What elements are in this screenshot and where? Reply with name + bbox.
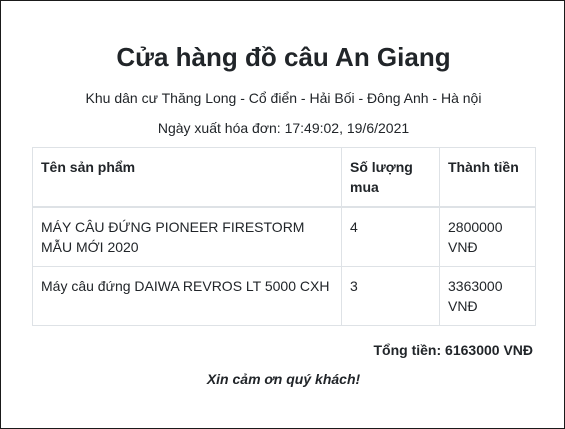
store-name: Cửa hàng đồ câu An Giang [116,42,451,72]
invoice-date-label: Ngày xuất hóa đơn: [157,120,285,136]
total: Tổng tiền: 6163000 VNĐ [374,340,534,360]
table-row: Máy câu đứng DAIWA REVROS LT 5000 CXH 3 … [32,266,536,326]
row-quantity: 3 [341,266,440,326]
row-product: Máy câu đứng DAIWA REVROS LT 5000 CXH [32,266,342,326]
header-product: Tên sản phẩm [32,147,342,208]
row-quantity: 4 [341,206,440,267]
row-amount: 3363000 VNĐ [439,266,536,326]
header-amount: Thành tiền [439,147,536,208]
header-quantity: Số lượng mua [341,147,440,208]
thank-you-message: Xin cảm ơn quý khách! [206,371,361,387]
total-value: 6163000 VNĐ [445,342,533,358]
table-row: MÁY CÂU ĐỨNG PIONEER FIRESTORM MẪU MỚI 2… [32,206,536,267]
invoice-date: Ngày xuất hóa đơn: 17:49:02, 19/6/2021 [1,118,565,138]
row-amount: 2800000 VNĐ [439,206,536,267]
invoice-date-value: 17:49:02, 19/6/2021 [284,120,410,136]
invoice-frame: Cửa hàng đồ câu An Giang Khu dân cư Thăn… [0,0,565,429]
items-table: Tên sản phẩm Số lượng mua Thành tiền MÁY… [32,147,536,326]
table-header-row: Tên sản phẩm Số lượng mua Thành tiền [32,147,536,208]
row-product: MÁY CÂU ĐỨNG PIONEER FIRESTORM MẪU MỚI 2… [32,206,342,267]
store-address: Khu dân cư Thăng Long - Cổ điển - Hải Bố… [85,90,482,106]
total-label: Tổng tiền: [373,342,446,358]
